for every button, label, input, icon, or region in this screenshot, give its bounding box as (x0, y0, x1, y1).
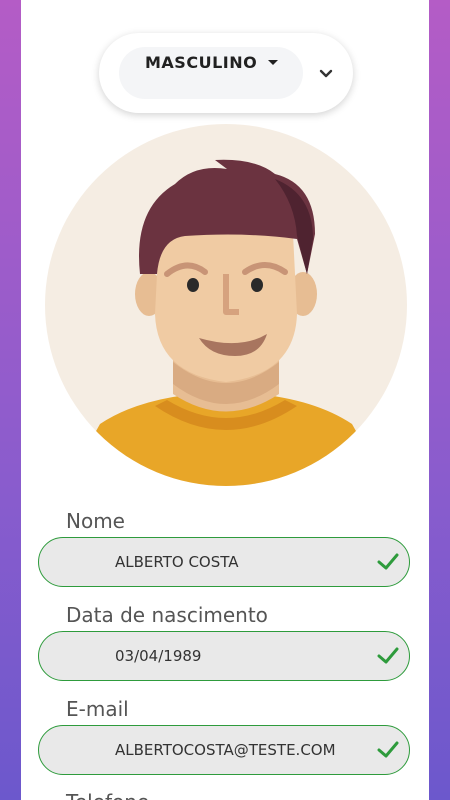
caret-down-icon (268, 60, 278, 65)
email-field[interactable]: ALBERTOCOSTA@TESTE.COM (38, 725, 410, 775)
gender-selected-label: MASCULINO (145, 53, 258, 72)
name-value: ALBERTO COSTA (115, 553, 239, 571)
email-value: ALBERTOCOSTA@TESTE.COM (115, 741, 336, 759)
check-icon (377, 553, 399, 570)
check-icon (377, 741, 399, 758)
phone-label: Telefone (66, 790, 149, 800)
name-field[interactable]: ALBERTO COSTA (38, 537, 410, 587)
check-icon (377, 647, 399, 664)
birthdate-value: 03/04/1989 (115, 647, 202, 665)
birthdate-label: Data de nascimento (66, 603, 268, 627)
gender-dropdown[interactable]: MASCULINO (119, 47, 303, 99)
name-label: Nome (66, 509, 125, 533)
form-card: MASCULINO Nome ALBERTO COSTA Data de nas… (21, 0, 429, 800)
gender-selector[interactable]: MASCULINO (99, 33, 353, 113)
chevron-down-icon[interactable] (318, 66, 334, 82)
email-label: E-mail (66, 697, 129, 721)
male-avatar-illustration (45, 124, 407, 486)
birthdate-field[interactable]: 03/04/1989 (38, 631, 410, 681)
